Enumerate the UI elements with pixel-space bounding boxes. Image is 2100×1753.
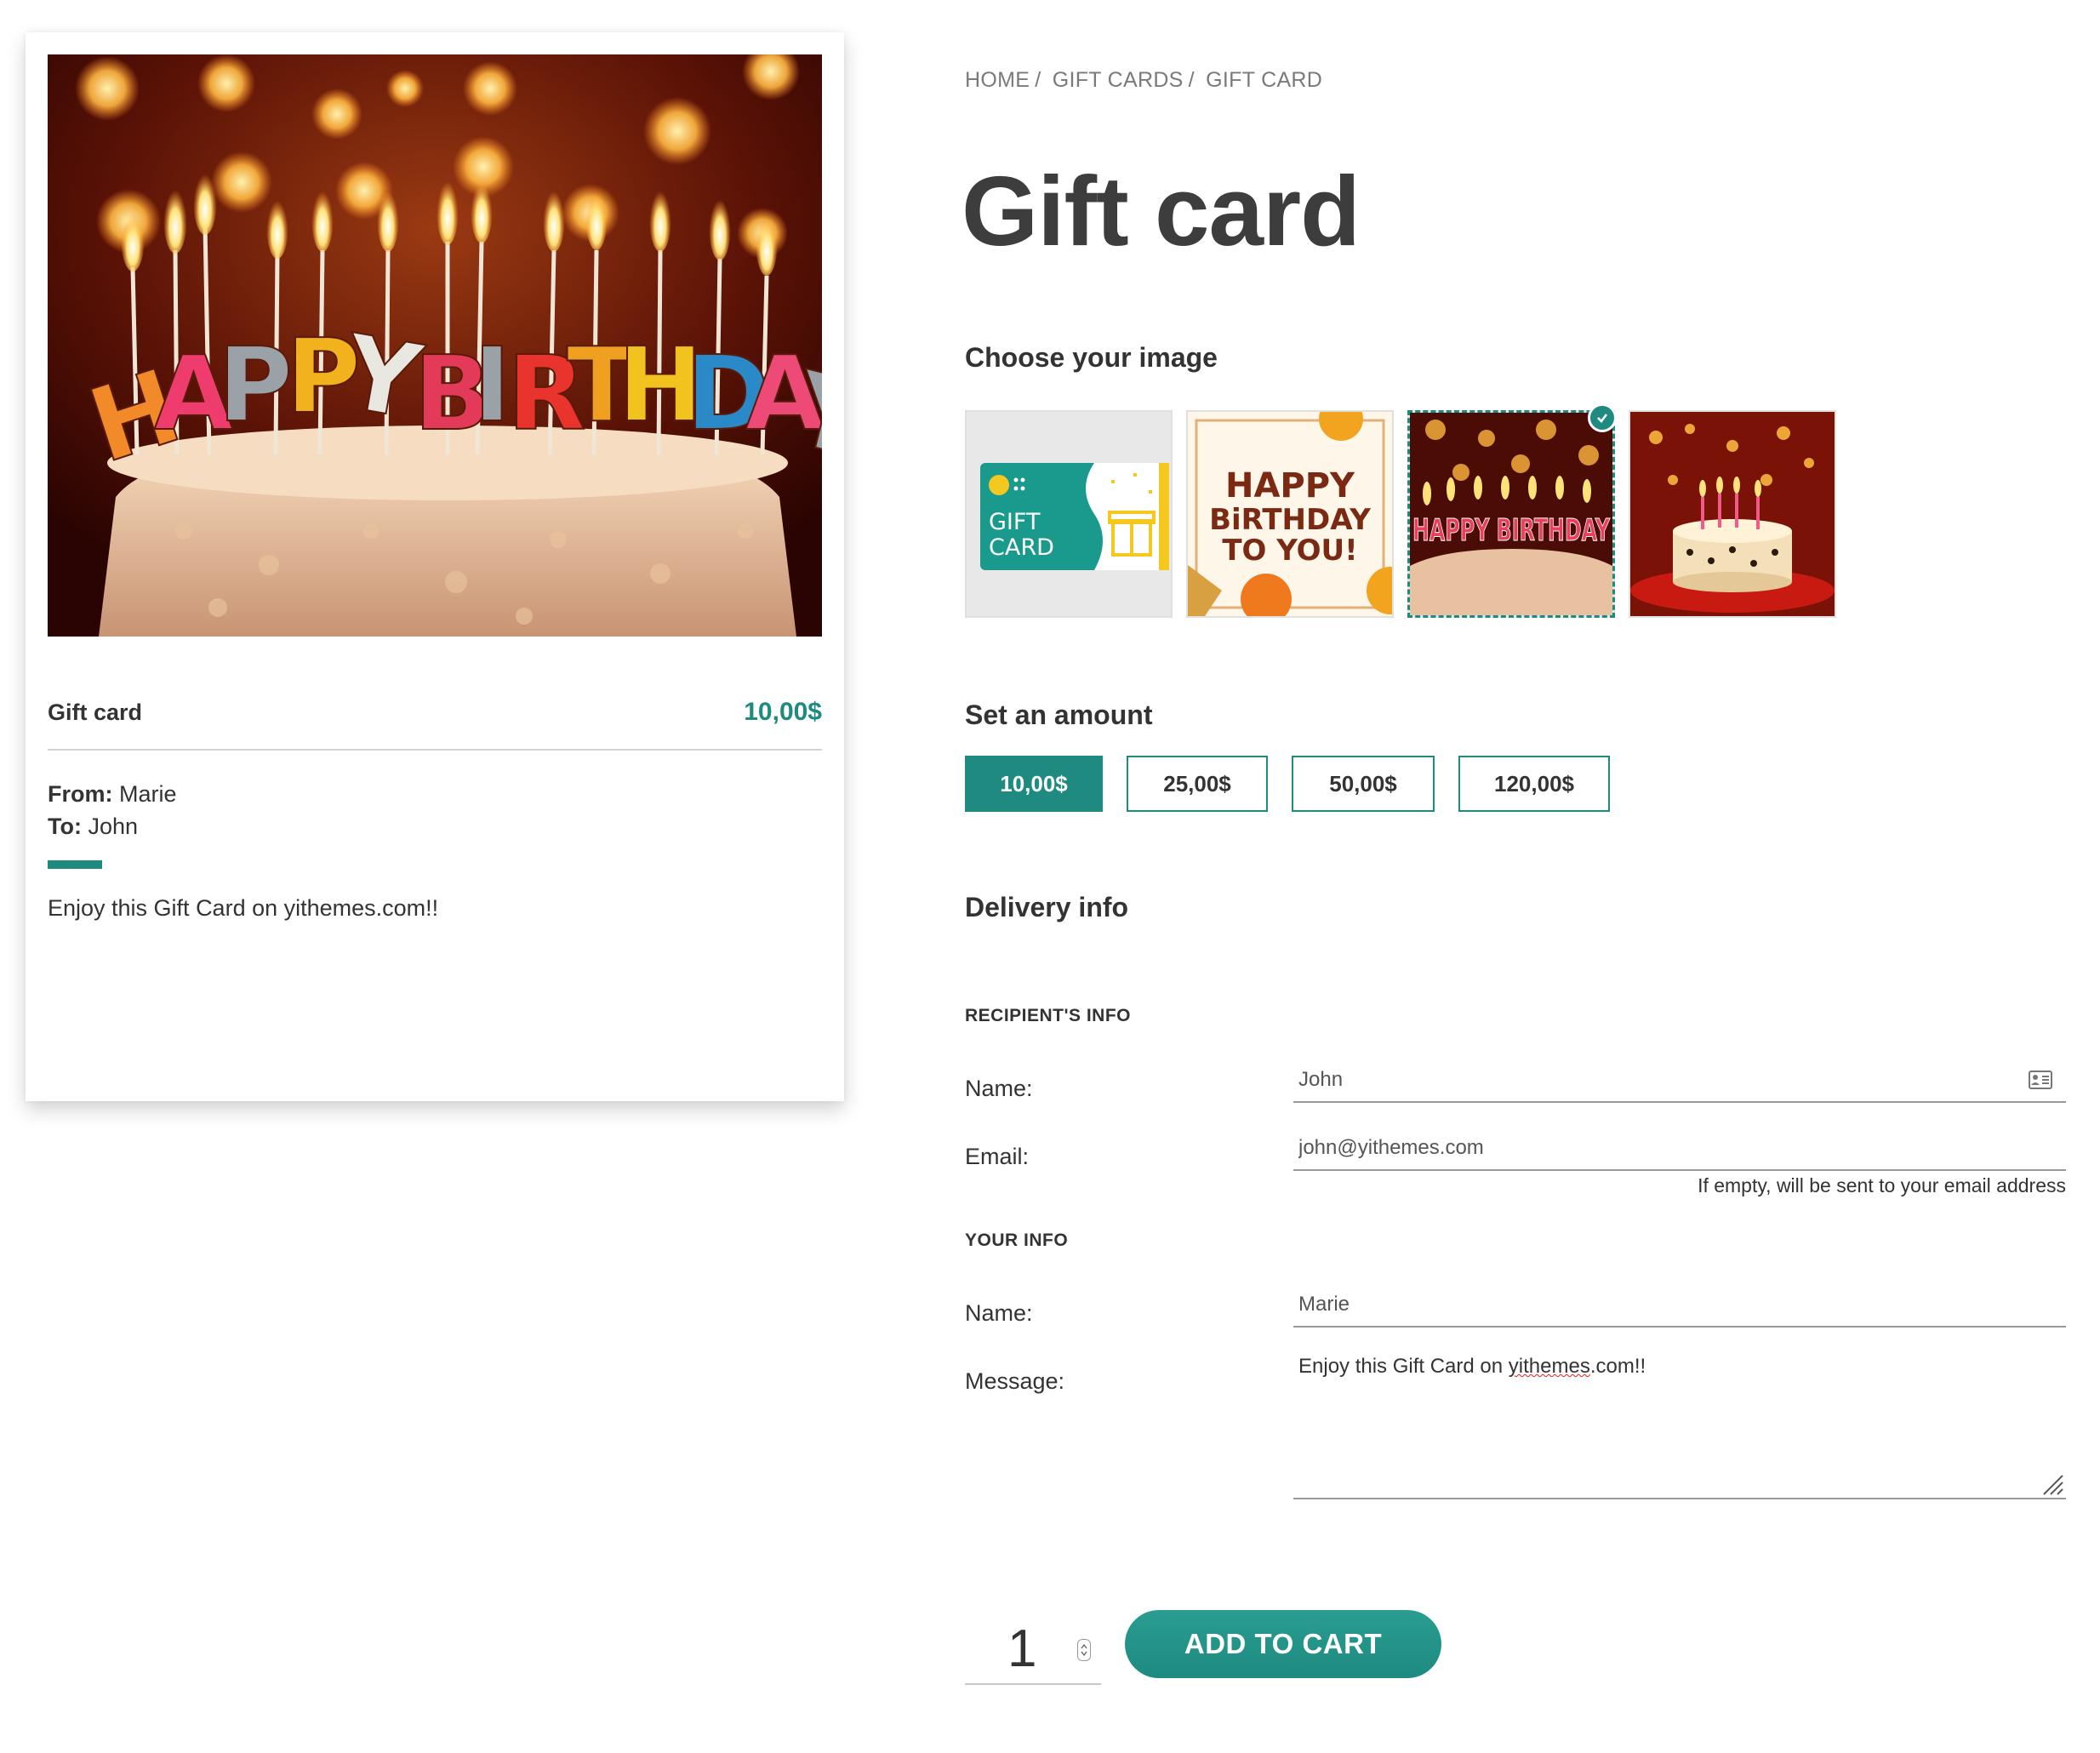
birthday-candles-thumb-image: HAPPY BIRTHDAY — [1410, 413, 1612, 615]
thumb-gift-card[interactable]: GIFT CARD — [965, 410, 1173, 618]
breadcrumb-gift-cards[interactable]: GIFT CARDS — [1053, 68, 1184, 92]
gift-card-thumb-image: GIFT CARD — [967, 412, 1171, 616]
preview-from-label: From: — [48, 781, 113, 807]
breadcrumb-home[interactable]: HOME — [965, 68, 1030, 92]
message-text-part: Enjoy this Gift Card on — [1298, 1355, 1509, 1378]
thumb-text: GIFT — [989, 509, 1041, 535]
thumb-text: CARD — [989, 534, 1054, 561]
quantity-arrows-icon[interactable] — [1077, 1639, 1091, 1661]
resize-handle-icon[interactable] — [2040, 1472, 2064, 1500]
svg-text:P: P — [218, 327, 293, 445]
thumb-text: TO YOU! — [1222, 534, 1357, 568]
preview-to: To: John — [48, 814, 138, 840]
amount-option-120[interactable]: 120,00$ — [1458, 756, 1610, 812]
quantity-stepper[interactable]: 1 — [965, 1613, 1101, 1685]
preview-to-value: John — [88, 814, 139, 839]
recipient-email-input[interactable] — [1293, 1127, 2066, 1171]
thumb-text: HAPPY BIRTHDAY — [1412, 513, 1611, 548]
preview-from-value: Marie — [119, 781, 177, 807]
birthday-candles-image: H A P P Y B I R T H D A Y — [48, 54, 822, 637]
message-spellcheck-word: yithemes — [1508, 1355, 1590, 1378]
thumb-happy-birthday-to-you[interactable]: HAPPY BiRTHDAY TO YOU! — [1186, 410, 1394, 618]
thumb-birthday-cake[interactable] — [1629, 410, 1836, 618]
delivery-heading: Delivery info — [965, 892, 1129, 922]
preview-message: Enjoy this Gift Card on yithemes.com!! — [48, 895, 439, 921]
amount-option-10[interactable]: 10,00$ — [965, 756, 1103, 812]
breadcrumb-separator: / — [1035, 68, 1041, 92]
breadcrumb-separator: / — [1188, 68, 1195, 92]
message-text-part: .com!! — [1589, 1355, 1646, 1378]
breadcrumb-current: GIFT CARD — [1206, 68, 1323, 92]
your-name-label: Name: — [965, 1300, 1033, 1326]
amount-option-50[interactable]: 50,00$ — [1292, 756, 1435, 812]
recipient-info-heading: RECIPIENT'S INFO — [965, 1006, 1132, 1025]
your-info-heading: YOUR INFO — [965, 1231, 1069, 1250]
preview-accent-bar — [48, 860, 102, 869]
amount-option-25[interactable]: 25,00$ — [1127, 756, 1268, 812]
email-hint: If empty, will be sent to your email add… — [1698, 1174, 2066, 1196]
svg-text:I: I — [473, 327, 511, 445]
recipient-name-label: Name: — [965, 1076, 1033, 1101]
message-label: Message: — [965, 1368, 1065, 1394]
thumb-text: HAPPY — [1225, 466, 1355, 505]
contact-card-icon[interactable] — [2029, 1071, 2052, 1093]
thumb-text: BiRTHDAY — [1209, 503, 1371, 537]
choose-image-heading: Choose your image — [965, 342, 1218, 373]
preview-title: Gift card — [48, 699, 143, 725]
happy-birthday-card-image: HAPPY BiRTHDAY TO YOU! — [1188, 412, 1392, 616]
your-name-input[interactable] — [1293, 1283, 2066, 1328]
quantity-value[interactable]: 1 — [1007, 1619, 1036, 1679]
preview-from: From: Marie — [48, 781, 177, 808]
preview-image-birthday-cake: H A P P Y B I R T H D A Y — [48, 54, 822, 637]
preview-header: Gift card 10,00$ — [48, 693, 822, 732]
preview-price: 10,00$ — [744, 698, 822, 726]
gift-card-preview: H A P P Y B I R T H D A Y Gift card 10,0… — [26, 32, 844, 1101]
add-to-cart-button[interactable]: ADD TO CART — [1125, 1610, 1441, 1678]
message-text: Enjoy this Gift Card on yithemes.com!! — [1298, 1355, 1646, 1379]
thumb-happy-birthday-candles[interactable]: HAPPY BIRTHDAY — [1407, 410, 1615, 618]
birthday-cake-thumb-image — [1630, 412, 1835, 616]
recipient-email-label: Email: — [965, 1144, 1030, 1169]
preview-divider — [48, 749, 822, 751]
breadcrumb: HOME / GIFT CARDS / GIFT CARD — [965, 68, 1327, 93]
preview-to-label: To: — [48, 814, 82, 839]
selected-check-icon — [1588, 403, 1617, 432]
recipient-name-input[interactable] — [1293, 1059, 2066, 1103]
page-title: Gift card — [962, 156, 1361, 266]
amount-heading: Set an amount — [965, 699, 1153, 730]
